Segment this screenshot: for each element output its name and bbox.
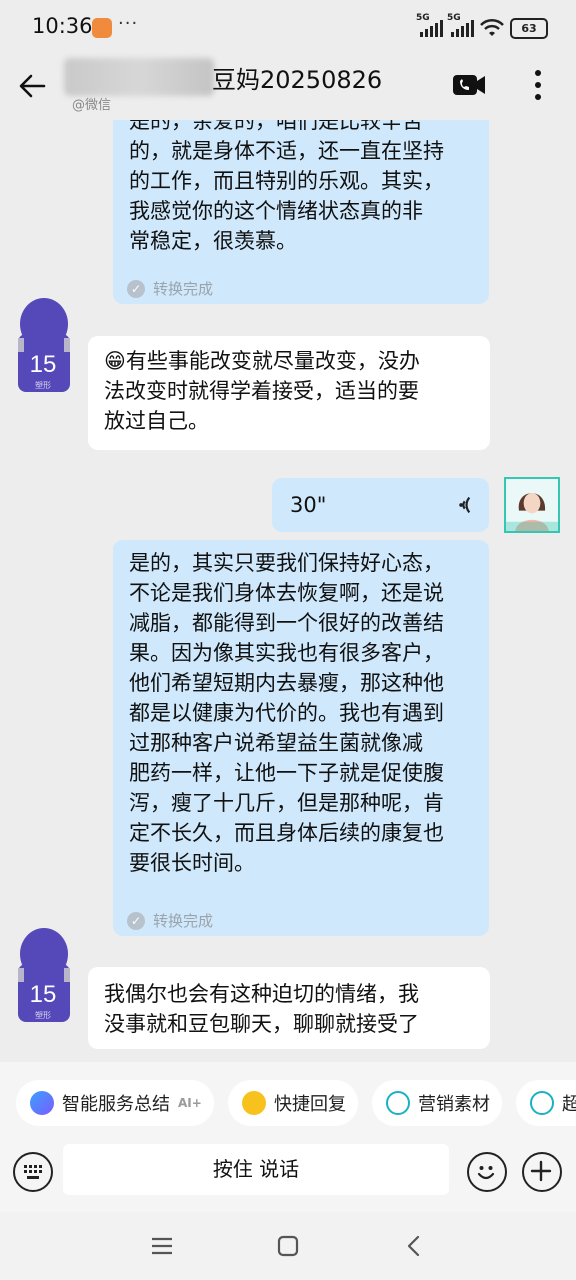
quick-action-quick-reply[interactable]: 快捷回复 bbox=[228, 1080, 358, 1126]
message-bubble-left[interactable]: 😁有些事能改变就尽量改变，没办 法改变时就得学着接受，适当的要 放过自己。 bbox=[88, 336, 490, 450]
profile-photo-icon bbox=[506, 479, 558, 531]
quick-action-bar: 智能服务总结 AI+ 快捷回复 营销素材 超 bbox=[0, 1062, 576, 1144]
plus-icon[interactable] bbox=[522, 1152, 562, 1192]
message-line: 都是以健康为代价的。我也有遇到 bbox=[129, 701, 444, 725]
contact-avatar[interactable]: 15 塑形 bbox=[16, 928, 72, 1024]
quick-action-smart-summary[interactable]: 智能服务总结 AI+ bbox=[16, 1080, 214, 1126]
grin-emoji-icon: 😁 bbox=[104, 349, 126, 373]
signal-label-2: 5G bbox=[447, 13, 461, 23]
my-avatar[interactable] bbox=[504, 477, 560, 533]
message-line: 我偶尔也会有这种迫切的情绪，我 bbox=[104, 982, 419, 1006]
message-line: 泻，瘦了十几斤，但是那种呢，肯 bbox=[129, 791, 444, 815]
avatar-sub: 塑形 bbox=[35, 381, 51, 390]
keyboard-icon[interactable] bbox=[13, 1152, 53, 1192]
message-line: 不论是我们身体去恢复啊，还是说 bbox=[129, 581, 444, 605]
message-line: 我感觉你的这个情绪状态真的非 bbox=[129, 199, 423, 223]
avatar-sub: 塑形 bbox=[35, 1011, 51, 1020]
signal-label: 5G bbox=[416, 13, 430, 23]
home-icon[interactable] bbox=[276, 1234, 300, 1258]
voice-message-bubble[interactable]: 30" bbox=[272, 478, 489, 532]
quick-reply-icon bbox=[242, 1091, 266, 1115]
battery-icon: 63 bbox=[510, 17, 548, 39]
message-line: 定不长久，而且身体后续的康复也 bbox=[129, 821, 444, 845]
back-arrow-icon[interactable] bbox=[18, 72, 46, 100]
message-line: 果。因为像其实我也有很多客户， bbox=[129, 641, 444, 665]
message-line: 要很长时间。 bbox=[129, 851, 255, 875]
system-nav-bar bbox=[0, 1212, 576, 1280]
video-call-icon[interactable] bbox=[452, 72, 486, 98]
conversion-status: ✓ 转换完成 bbox=[127, 906, 213, 936]
conversion-status: ✓ 转换完成 bbox=[127, 274, 213, 304]
conversion-status-label: 转换完成 bbox=[153, 280, 214, 298]
message-line: 的，就是身体不适，还一直在坚持 bbox=[129, 139, 444, 163]
signal-5g-icon: 5G bbox=[416, 13, 443, 37]
chat-title[interactable]: 豆妈20250826 bbox=[212, 60, 382, 95]
message-line: 他们希望短期内去暴瘦，那这种他 bbox=[129, 671, 444, 695]
marketing-icon bbox=[530, 1091, 554, 1115]
check-circle-icon: ✓ bbox=[127, 280, 145, 298]
message-line: 是的，亲爱的，咱们是比较辛苦 bbox=[129, 120, 423, 133]
voice-duration: 30" bbox=[290, 493, 327, 517]
chat-header: 豆妈20250826 @微信 bbox=[0, 56, 576, 120]
avatar-badge: 15 bbox=[30, 981, 57, 1008]
message-bubble-right[interactable]: 是的，亲爱的，咱们是比较辛苦 的，就是身体不适，还一直在坚持 的工作，而且特别的… bbox=[113, 120, 489, 304]
avatar-badge: 15 bbox=[30, 351, 57, 378]
chat-message-list[interactable]: 是的，亲爱的，咱们是比较辛苦 的，就是身体不适，还一直在坚持 的工作，而且特别的… bbox=[0, 120, 576, 1062]
message-line: 过那种客户说希望益生菌就像减 bbox=[129, 731, 423, 755]
signal-5g-icon-2: 5G bbox=[447, 13, 474, 37]
chip-label: 智能服务总结 bbox=[62, 1094, 170, 1115]
menu-icon[interactable] bbox=[150, 1234, 174, 1258]
contact-avatar[interactable]: 15 塑形 bbox=[16, 298, 72, 394]
message-line: 有些事能改变就尽量改变，没办 bbox=[125, 349, 420, 373]
wifi-icon bbox=[480, 18, 504, 36]
voice-wave-icon bbox=[459, 496, 471, 514]
message-line: 放过自己。 bbox=[104, 409, 209, 433]
more-vertical-icon[interactable] bbox=[530, 68, 546, 102]
message-line: 是的，其实只要我们保持好心态， bbox=[129, 551, 444, 575]
status-bar: 10:36 ··· 5G 5G 63 bbox=[0, 0, 576, 56]
chat-subtitle: @微信 bbox=[72, 98, 112, 113]
message-bubble-left[interactable]: 我偶尔也会有这种迫切的情绪，我 没事就和豆包聊天，聊聊就接受了 bbox=[88, 967, 490, 1049]
check-circle-icon: ✓ bbox=[127, 912, 145, 930]
quick-action-more[interactable]: 超 bbox=[516, 1080, 576, 1126]
chip-label: 超 bbox=[562, 1094, 576, 1115]
hold-to-talk-button[interactable]: 按住 说话 bbox=[63, 1144, 449, 1195]
message-bubble-right[interactable]: 是的，其实只要我们保持好心态， 不论是我们身体去恢复啊，还是说 减脂，都能得到一… bbox=[113, 540, 489, 936]
message-line: 的工作，而且特别的乐观。其实， bbox=[129, 169, 444, 193]
message-line: 减脂，都能得到一个很好的改善结 bbox=[129, 611, 444, 635]
message-line: 没事就和豆包聊天，聊聊就接受了 bbox=[104, 1012, 419, 1036]
marketing-material-icon bbox=[386, 1091, 410, 1115]
more-notifications-indicator: ··· bbox=[118, 13, 139, 34]
message-line: 常稳定，很羡慕。 bbox=[129, 229, 297, 253]
status-time: 10:36 bbox=[32, 14, 93, 38]
status-icons: 5G 5G 63 bbox=[416, 13, 548, 40]
message-line: 法改变时就得学着接受，适当的要 bbox=[104, 379, 419, 403]
input-bar: 按住 说话 bbox=[0, 1144, 576, 1212]
chip-label: 营销素材 bbox=[418, 1094, 490, 1115]
ai-sparkle-icon bbox=[30, 1091, 54, 1115]
ai-badge: AI+ bbox=[178, 1096, 202, 1110]
notification-app-icon bbox=[92, 18, 112, 38]
emoji-icon[interactable] bbox=[467, 1152, 507, 1192]
quick-action-marketing-material[interactable]: 营销素材 bbox=[372, 1080, 502, 1126]
blurred-contact-name bbox=[64, 58, 214, 96]
chip-label: 快捷回复 bbox=[274, 1094, 346, 1115]
message-line: 肥药一样，让他一下子就是促使腹 bbox=[129, 761, 444, 785]
conversion-status-label: 转换完成 bbox=[153, 912, 214, 930]
back-nav-icon[interactable] bbox=[402, 1234, 426, 1258]
